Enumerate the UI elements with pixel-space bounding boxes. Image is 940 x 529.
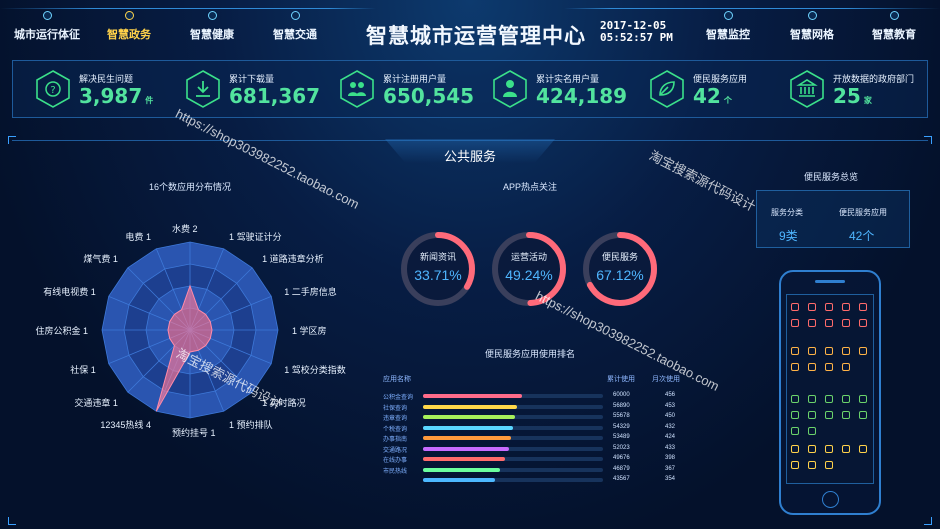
app-icon [842, 395, 850, 403]
radar-label: 1 道路违章分析 [262, 253, 324, 264]
ranking-row: 办事指南 53489 424 [383, 434, 676, 443]
app-icon [808, 445, 816, 453]
summary-category-label: 服务分类 [771, 208, 803, 217]
app-icon [825, 411, 833, 419]
ranking-col-name: 应用名称 [383, 376, 411, 383]
summary-apps-label: 便民服务应用 [839, 208, 887, 217]
ring-news: 新闻资讯 33.71% [414, 252, 462, 283]
page-title: 智慧城市运营管理中心 [366, 25, 586, 48]
app-icon [825, 347, 833, 355]
ranking-row: 在线办事 49676 398 [383, 455, 676, 464]
nav-smart-monitoring[interactable]: 智慧监控 [700, 11, 756, 46]
app-icon [791, 395, 799, 403]
radar-label: 有线电视费 1 [43, 286, 96, 297]
app-icon [825, 319, 833, 327]
ranking-row: 个税查询 54329 432 [383, 423, 676, 433]
users-icon [340, 70, 374, 108]
radar-label: 1 预约排队 [229, 420, 273, 431]
radar-label: 1 学区房 [292, 326, 327, 336]
stats-bar: ? 解决民生问题 3,987 件 累计下载量 681,367 累计注册用户量 65… [12, 60, 928, 118]
app-icon [808, 427, 816, 435]
header-line [0, 8, 940, 9]
app-icon [859, 445, 867, 453]
app-icon [791, 427, 799, 435]
ranking-row: 社保查询 56890 453 [383, 402, 676, 412]
app-icon [791, 461, 799, 469]
ranking-row: 市民热线 46879 367 [383, 465, 676, 475]
app-icon [825, 363, 833, 371]
app-icon [791, 363, 799, 371]
nav-smart-grid[interactable]: 智慧网格 [784, 11, 840, 46]
app-icon [842, 319, 850, 327]
app-icon [842, 445, 850, 453]
app-icon [808, 347, 816, 355]
app-icon [808, 319, 816, 327]
summary-card: 服务分类 便民服务应用 9类 42个 [756, 190, 910, 248]
app-icon [825, 445, 833, 453]
nav-smart-government[interactable]: 智慧政务 [101, 11, 157, 46]
radar-label: 电费 1 [125, 231, 151, 242]
app-icon [808, 303, 816, 311]
app-icon [859, 411, 867, 419]
app-icon [825, 303, 833, 311]
summary-category-value: 9类 [779, 229, 798, 243]
nav-city-operation[interactable]: 城市运行体征 [8, 11, 86, 46]
user-verified-icon [493, 70, 527, 108]
app-icon [842, 411, 850, 419]
app-icon [842, 347, 850, 355]
radar-label: 1 驾校分类指数 [284, 365, 346, 376]
app-icon [859, 319, 867, 327]
ring-convenience: 便民服务 67.12% [596, 252, 644, 283]
radar-label: 煤气费 1 [83, 253, 118, 264]
ranking-col-total: 累计使用 [607, 376, 635, 383]
app-icon [808, 395, 816, 403]
radar-label: 1 驾驶证计分 [229, 231, 282, 242]
ranking-row: 公积金查询 60000 456 [383, 392, 676, 401]
app-icon [791, 411, 799, 419]
ranking-col-month: 月次使用 [652, 376, 680, 383]
government-building-icon [790, 70, 824, 108]
app-icon [825, 461, 833, 469]
app-icon [808, 363, 816, 371]
radar-label: 预约挂号 1 [172, 428, 216, 438]
app-icon [791, 303, 799, 311]
phone-mockup [779, 270, 881, 515]
app-icon [808, 411, 816, 419]
svg-text:?: ? [50, 85, 55, 96]
section-title: 公共服务 [385, 139, 555, 163]
app-focus-title: APP热点关注 [502, 182, 557, 192]
summary-apps-value: 42个 [849, 229, 875, 243]
download-icon [186, 70, 220, 108]
leaf-icon [650, 70, 684, 108]
nav-smart-traffic[interactable]: 智慧交通 [267, 11, 323, 46]
app-icon [791, 319, 799, 327]
ranking-title: 便民服务应用使用排名 [484, 349, 575, 359]
summary-title: 便民服务总览 [803, 172, 858, 182]
app-icon [859, 303, 867, 311]
ring-operations: 运营活动 49.24% [505, 252, 553, 283]
app-icon [808, 461, 816, 469]
app-icon [842, 363, 850, 371]
radar-label: 1 二手房信息 [284, 286, 337, 297]
nav-smart-health[interactable]: 智慧健康 [184, 11, 240, 46]
datetime: 2017-12-05 05:52:57 PM [600, 19, 673, 44]
app-icon [842, 303, 850, 311]
radar-label: 社保 1 [70, 365, 96, 376]
radar-label: 12345热线 4 [100, 420, 151, 431]
app-icon [791, 445, 799, 453]
question-icon: ? [36, 70, 70, 108]
app-icon [859, 347, 867, 355]
app-icon [859, 395, 867, 403]
radar-label: 住房公积金 1 [35, 326, 88, 336]
ranking-row: 违章查询 55678 450 [383, 413, 676, 422]
radar-label: 水费 2 [172, 224, 198, 234]
radar-label: 交通违章 1 [74, 398, 118, 409]
ranking-row: 交通路况 52023 433 [383, 444, 676, 454]
nav-smart-education[interactable]: 智慧教育 [866, 11, 922, 46]
app-icon [825, 395, 833, 403]
app-icon [791, 347, 799, 355]
ranking-row: 43567 354 [383, 475, 703, 485]
